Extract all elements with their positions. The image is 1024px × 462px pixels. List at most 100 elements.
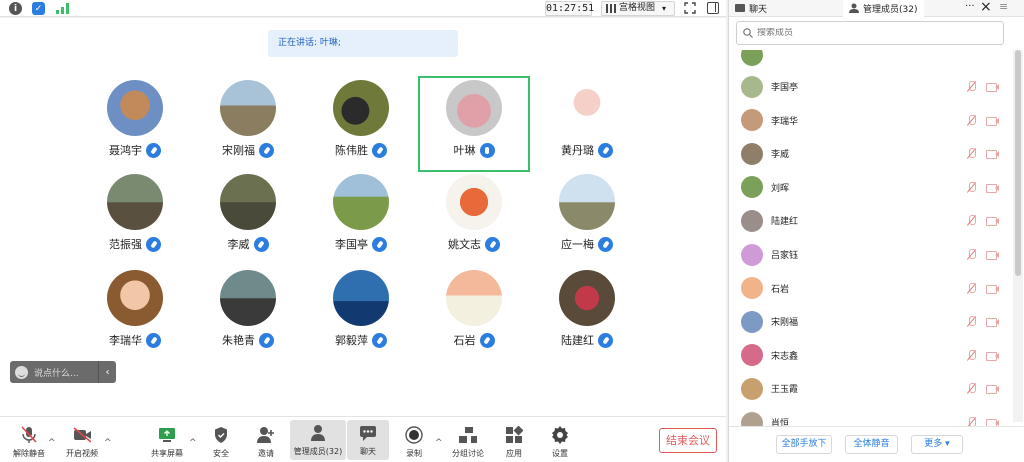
member-status-icons — [967, 282, 999, 294]
member-name: 肖恒 — [771, 419, 790, 426]
invite-label: 邀请 — [258, 449, 274, 458]
member-status-icons — [967, 114, 999, 126]
participant-tile[interactable]: 陈伟胜 — [305, 76, 417, 172]
participant-tile[interactable]: 应一梅 — [531, 170, 643, 266]
start-video-button[interactable]: 开启视频 — [58, 422, 106, 460]
member-row[interactable]: 石岩 — [729, 272, 1011, 305]
camera-off-icon[interactable] — [986, 183, 999, 193]
participant-tile[interactable]: 宋刚福 — [192, 76, 304, 172]
microphone-muted-icon[interactable] — [967, 215, 976, 226]
apps-button[interactable]: 应用 — [490, 422, 538, 460]
video-options-caret[interactable]: ^ — [104, 438, 112, 448]
avatar — [333, 270, 389, 326]
participant-tile[interactable]: 李国亭 — [305, 170, 417, 266]
microphone-muted-icon[interactable] — [967, 148, 976, 159]
scrollbar-thumb[interactable] — [1015, 50, 1021, 276]
camera-off-icon[interactable] — [986, 149, 999, 160]
participant-tile[interactable]: 石岩 — [418, 266, 530, 362]
participant-tile[interactable]: 聂鸿宇 — [79, 76, 191, 172]
camera-off-icon[interactable] — [986, 284, 999, 294]
microphone-muted-icon[interactable] — [967, 349, 976, 361]
participant-tile[interactable]: 李威 — [192, 170, 304, 266]
member-row[interactable]: 宋志鑫 — [729, 339, 1011, 372]
camera-off-icon[interactable] — [986, 317, 999, 328]
microphone-muted-icon[interactable] — [967, 417, 976, 426]
participant-tile[interactable]: 叶琳 — [418, 76, 530, 172]
avatar — [220, 80, 276, 136]
menu-icon[interactable]: ≡ — [999, 0, 1008, 13]
unmute-button[interactable]: 解除静音 — [5, 422, 53, 460]
mute-all-button[interactable]: 全体静音 — [845, 435, 898, 454]
settings-button[interactable]: 设置 — [536, 422, 584, 460]
share-screen-button[interactable]: 共享屏幕 — [143, 422, 191, 460]
participant-name-row: 范振强 — [109, 236, 161, 252]
more-options-icon[interactable]: ··· — [965, 1, 975, 12]
member-row[interactable]: 李威 — [729, 137, 1011, 170]
members-icon — [309, 424, 327, 442]
microphone-muted-icon[interactable] — [967, 114, 976, 126]
search-input[interactable] — [757, 28, 977, 38]
lower-all-hands-button[interactable]: 全部手放下 — [776, 435, 832, 454]
tab-members[interactable]: 管理成员(32) — [843, 0, 924, 17]
shield-icon[interactable]: ✓ — [32, 2, 45, 15]
participant-name-row: 陈伟胜 — [335, 142, 387, 158]
quick-chat-input[interactable]: 说点什么... ‹ — [10, 361, 116, 383]
camera-off-icon[interactable] — [986, 82, 999, 92]
fullscreen-icon[interactable] — [684, 2, 696, 14]
participant-tile[interactable]: 郭毅萍 — [305, 266, 417, 362]
microphone-muted-icon[interactable] — [967, 249, 976, 260]
member-row[interactable] — [729, 50, 1011, 71]
participant-tile[interactable]: 朱艳青 — [192, 266, 304, 362]
participant-name-row: 朱艳青 — [222, 332, 274, 348]
camera-off-icon[interactable] — [986, 384, 999, 395]
participant-tile[interactable]: 黄丹璐 — [531, 76, 643, 172]
member-row[interactable]: 李瑞华 — [729, 104, 1011, 137]
microphone-muted-icon[interactable] — [967, 383, 976, 394]
member-row[interactable]: 宋刚福 — [729, 305, 1011, 338]
tab-chat[interactable]: 聊天 — [729, 0, 773, 17]
camera-off-icon[interactable] — [986, 216, 999, 227]
invite-button[interactable]: 邀请 — [242, 422, 290, 460]
add-user-icon — [257, 426, 275, 444]
participant-tile[interactable]: 范振强 — [79, 170, 191, 266]
microphone-muted-icon[interactable] — [967, 316, 976, 327]
member-row[interactable]: 肖恒 — [729, 406, 1011, 426]
camera-off-icon[interactable] — [986, 351, 999, 361]
view-mode-dropdown[interactable]: 宫格视图 ▾ — [601, 1, 675, 16]
share-options-caret[interactable]: ^ — [189, 438, 197, 448]
participant-tile[interactable]: 姚文志 — [418, 170, 530, 266]
collapse-chat-icon[interactable]: ‹ — [98, 361, 116, 383]
participant-tile[interactable]: 陆建红 — [531, 266, 643, 362]
member-row[interactable]: 王玉霞 — [729, 372, 1011, 405]
breakout-rooms-button[interactable]: 分组讨论 — [444, 422, 492, 460]
member-row[interactable]: 刘晖 — [729, 171, 1011, 204]
member-list-scrollbar[interactable] — [1013, 50, 1023, 422]
manage-members-button[interactable]: 管理成员(32) — [290, 420, 346, 460]
member-search-box[interactable] — [736, 21, 1004, 45]
camera-off-icon[interactable] — [986, 418, 999, 426]
close-icon[interactable]: × — [980, 0, 992, 15]
member-row[interactable]: 陆建红 — [729, 204, 1011, 237]
info-icon[interactable]: i — [9, 2, 22, 15]
microphone-muted-icon[interactable] — [967, 81, 976, 92]
member-row[interactable]: 李国亭 — [729, 70, 1011, 103]
emoji-icon[interactable] — [15, 365, 28, 379]
camera-off-icon[interactable] — [986, 116, 999, 126]
record-options-caret[interactable]: ^ — [435, 438, 443, 448]
more-actions-button[interactable]: 更多 ▾ — [911, 435, 963, 454]
chat-button[interactable]: 聊天 — [347, 420, 389, 460]
avatar — [741, 75, 763, 98]
signal-icon[interactable] — [56, 3, 69, 14]
security-button[interactable]: 安全 — [197, 422, 245, 460]
microphone-muted-icon — [20, 426, 38, 444]
microphone-muted-icon[interactable] — [967, 282, 976, 294]
end-meeting-button[interactable]: 结束会议 — [659, 428, 717, 453]
participant-tile[interactable]: 李瑞华 — [79, 266, 191, 362]
avatar — [107, 270, 163, 326]
record-button[interactable]: 录制 — [390, 422, 438, 460]
camera-off-icon[interactable] — [986, 250, 999, 260]
microphone-muted-icon[interactable] — [967, 181, 976, 193]
member-row[interactable]: 吕家钰 — [729, 238, 1011, 271]
audio-options-caret[interactable]: ^ — [48, 438, 56, 448]
sidebar-toggle-icon[interactable] — [707, 2, 719, 14]
